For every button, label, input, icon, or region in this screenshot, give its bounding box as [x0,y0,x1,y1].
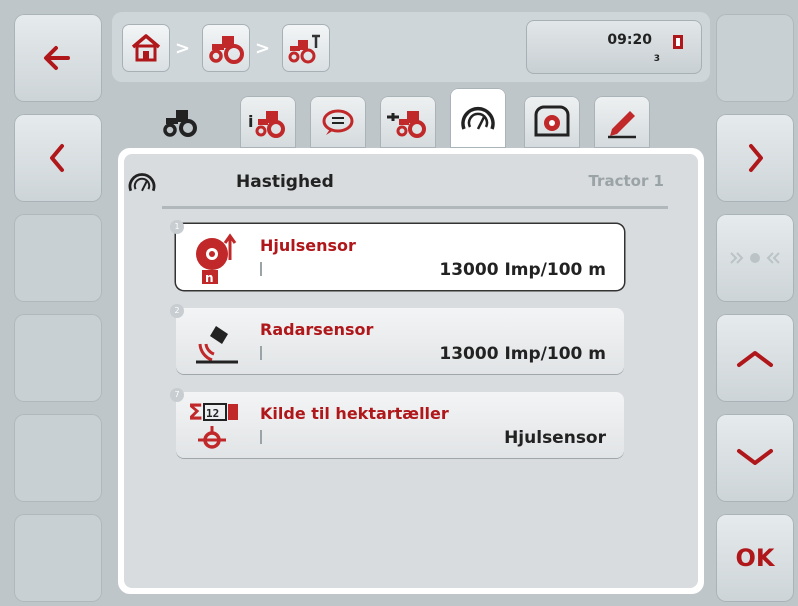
item-number: 7 [170,388,184,402]
context-label: Tractor 1 [588,172,664,190]
breadcrumb-separator-2: > [255,38,271,59]
tab-comments[interactable] [310,96,366,148]
svg-text:12: 12 [206,407,219,420]
breadcrumb-separator: > [175,38,191,59]
svg-text:Σ: Σ [188,401,203,426]
item-value: 13000 Imp/100 m [439,260,606,280]
svg-text:i: i [248,112,253,131]
tractor-hitch-icon [387,111,426,138]
focus-toggle-icon [730,252,780,264]
chevron-left-icon [50,144,64,172]
page-title: Hastighed [236,172,334,192]
empty-left-button-3 [14,214,102,302]
ok-button[interactable]: OK [716,514,794,602]
tab-pto[interactable] [524,96,580,148]
tab-strip: i [112,88,710,152]
back-arrow-icon [44,46,70,70]
list-item-radar-sensor[interactable]: 2 Radarsensor 13000 Imp/100 m [170,304,624,374]
empty-left-button-5 [14,414,102,502]
item-value: 13000 Imp/100 m [439,344,606,364]
header-divider [162,206,668,209]
speedometer-icon [461,106,495,130]
next-tab-button[interactable] [716,114,794,202]
previous-tab-button[interactable] [14,114,102,202]
list-item-hectare-counter-source[interactable]: 7 Σ 12 Kilde til hektartæller Hjulsensor [170,388,624,458]
hectare-counter-icon: Σ 12 [188,401,238,449]
item-label: Kilde til hektartæller [260,404,449,423]
empty-right-button-1 [716,14,794,102]
tab-edit[interactable] [594,96,650,148]
scroll-up-button[interactable] [716,314,794,402]
tab-tractor[interactable] [152,96,208,148]
home-icon [131,34,161,62]
focus-toggle-button[interactable] [716,214,794,302]
radar-sensor-icon [196,326,238,364]
scroll-down-button[interactable] [716,414,794,502]
speedometer-header-icon [128,173,156,192]
svg-text:n: n [205,271,214,285]
item-number: 1 [170,220,184,234]
clock-time: 09:20 [607,32,652,48]
item-bar [260,346,262,360]
wheel-sensor-icon: n [196,233,237,285]
chevron-up-icon [737,351,773,367]
empty-left-button-4 [14,314,102,402]
memory-card-icon [673,35,683,49]
back-button[interactable] [14,14,102,102]
item-label: Hjulsensor [260,236,356,255]
ok-button-label: OK [735,544,775,572]
tab-hitch[interactable] [380,96,436,148]
item-bar [260,430,262,444]
item-bar [260,262,262,276]
tab-tractor-info[interactable]: i [240,96,296,148]
breadcrumb-tractor-settings[interactable] [282,24,330,72]
chevron-right-icon [749,144,763,172]
tab-speed[interactable] [450,88,506,152]
list-item-wheel-sensor[interactable]: 1 n Hjulsensor 13000 Imp/100 m [170,220,624,290]
item-label: Radarsensor [260,320,374,339]
item-value: Hjulsensor [504,428,606,448]
tractor-icon [209,36,244,64]
main-panel: Hastighed Tractor 1 1 n Hjulsensor 13000… [118,148,704,594]
clock-count: 3 [653,54,660,64]
item-number: 2 [170,304,184,318]
panel-body: Hastighed Tractor 1 1 n Hjulsensor 13000… [124,154,698,588]
breadcrumb-tractor[interactable] [202,24,250,72]
empty-left-button-6 [14,514,102,602]
clock-display: 09:20 3 [526,20,702,74]
tractor-info-icon: i [248,111,285,138]
speech-bubble-icon [322,109,354,135]
breadcrumb-home[interactable] [122,24,170,72]
pto-icon [534,105,570,137]
tractor-settings-icon [288,34,320,64]
chevron-down-icon [737,449,773,465]
tractor-black-icon [163,110,197,137]
pencil-icon [608,111,636,139]
breadcrumb-bar: > > 09:20 3 [112,12,710,82]
